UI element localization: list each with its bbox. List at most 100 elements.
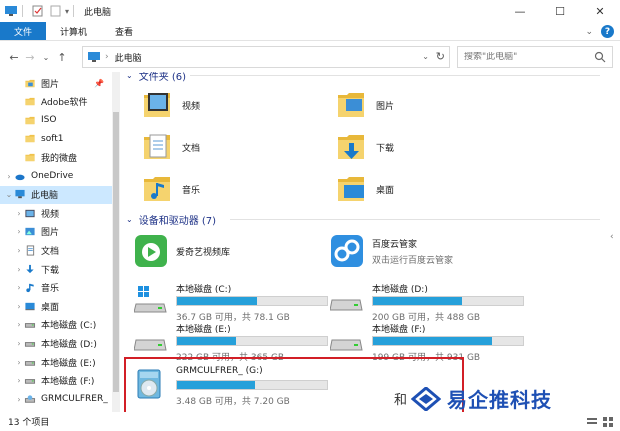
drive-name: 本地磁盘 (C:) — [176, 285, 232, 295]
expand-chevron-icon[interactable]: › — [14, 395, 24, 404]
sidebar-item[interactable]: › 文档 — [0, 241, 112, 259]
sidebar-item[interactable]: › 音乐 — [0, 279, 112, 297]
address-bar[interactable]: › 此电脑 ⌄ ↻ — [82, 46, 450, 68]
forward-arrow-icon[interactable]: → — [22, 51, 38, 64]
drive-usage-bar — [372, 336, 524, 346]
watermark-logo-icon — [411, 386, 442, 411]
sidebar-item-label: 本地磁盘 (E:) — [41, 358, 96, 369]
devices-group-header[interactable]: ⌄ 设备和驱动器 (7) — [126, 212, 216, 227]
drive-item[interactable]: 本地磁盘 (F:) 199 GB 可用，共 931 GB — [330, 320, 526, 363]
scroll-arrow-icon[interactable]: ‹ — [610, 232, 614, 242]
app-iqiyi[interactable]: 爱奇艺视频库 — [134, 232, 230, 270]
sidebar-scrollbar-thumb[interactable] — [113, 112, 119, 392]
address-dropdown-icon[interactable]: ⌄ — [422, 52, 429, 61]
sidebar-item[interactable]: › GRMCULFRER_ — [0, 390, 112, 408]
folder-item[interactable]: 下载 — [336, 128, 516, 166]
tab-computer[interactable]: 计算机 — [46, 22, 101, 40]
expand-chevron-icon[interactable]: › — [14, 227, 24, 236]
drive-icon — [330, 339, 363, 351]
sidebar-item-label: 图片 — [41, 228, 60, 239]
app-baidu-cloud[interactable]: 百度云管家 双击运行百度云管家 — [330, 232, 453, 270]
drive-usage-fill — [373, 337, 492, 345]
drive-item[interactable]: 本地磁盘 (E:) 222 GB 可用，共 365 GB — [134, 320, 330, 363]
sidebar-item[interactable]: › 本地磁盘 (F:) — [0, 372, 112, 390]
large-icons-view-icon[interactable] — [602, 416, 614, 428]
drive-item[interactable]: 本地磁盘 (D:) 200 GB 可用，共 488 GB — [330, 280, 526, 323]
sidebar-item[interactable]: › 视频 — [0, 204, 112, 222]
pin-icon[interactable]: 📌 — [94, 79, 104, 88]
tab-view[interactable]: 查看 — [101, 22, 147, 40]
drive-icon — [24, 342, 36, 347]
windows-drive-icon — [134, 286, 167, 313]
breadcrumb-chevron-icon[interactable]: › — [105, 52, 109, 62]
expand-chevron-icon[interactable]: › — [14, 209, 24, 218]
recent-locations-icon[interactable]: ⌄ — [38, 53, 54, 62]
sidebar-item[interactable]: ISO — [0, 111, 112, 129]
sidebar-item[interactable]: › 图片 — [0, 223, 112, 241]
minimize-button[interactable]: — — [500, 0, 540, 22]
sidebar-item[interactable]: › 本地磁盘 (E:) — [0, 353, 112, 371]
sidebar-item[interactable]: 图片 📌 — [0, 74, 112, 92]
watermark: 和 易企推科技 — [394, 384, 552, 413]
expand-chevron-icon[interactable]: › — [14, 302, 24, 311]
sidebar-item[interactable]: soft1 — [0, 130, 112, 148]
window-title: 此电脑 — [84, 7, 112, 18]
details-view-icon[interactable] — [586, 416, 598, 428]
folders-group-header[interactable]: ⌄ 文件夹 (6) — [126, 72, 186, 83]
content-scrollbar[interactable]: ‹ — [608, 72, 620, 412]
drive-name: 本地磁盘 (D:) — [372, 285, 428, 295]
expand-chevron-icon[interactable]: › — [14, 339, 24, 348]
expand-chevron-icon[interactable]: › — [14, 320, 24, 329]
address-text[interactable]: 此电脑 — [115, 51, 142, 64]
search-icon[interactable] — [594, 51, 606, 63]
folder-item[interactable]: 文档 — [142, 128, 322, 166]
folder-item[interactable]: 桌面 — [336, 170, 516, 208]
folder-item[interactable]: 音乐 — [142, 170, 322, 208]
expand-chevron-icon[interactable]: › — [14, 283, 24, 292]
expand-chevron-icon[interactable]: › — [4, 172, 14, 181]
tab-file[interactable]: 文件 — [0, 22, 47, 40]
expand-chevron-icon[interactable]: › — [14, 265, 24, 274]
drive-item[interactable]: 本地磁盘 (C:) 36.7 GB 可用，共 78.1 GB — [134, 280, 330, 323]
expand-ribbon-icon[interactable]: ⌄ — [585, 27, 593, 37]
app-name: 爱奇艺视频库 — [176, 247, 231, 258]
sidebar-item[interactable]: › 下载 — [0, 260, 112, 278]
sidebar-item-label: 本地磁盘 (C:) — [41, 321, 97, 332]
folder-item[interactable]: 视频 — [142, 86, 322, 124]
sidebar-item[interactable]: Adobe软件 — [0, 93, 112, 111]
sidebar-item[interactable]: 我的微盘 — [0, 148, 112, 166]
new-folder-icon[interactable] — [49, 5, 63, 17]
videos-folder-icon — [144, 93, 170, 117]
back-arrow-icon[interactable]: ← — [6, 51, 22, 64]
sidebar-item[interactable]: ⌄ 此电脑 — [0, 185, 112, 204]
sidebar-scrollbar[interactable] — [112, 72, 120, 412]
up-arrow-icon[interactable]: ↑ — [54, 51, 70, 64]
sidebar-item[interactable]: › 桌面 — [0, 297, 112, 315]
music-icon — [26, 283, 34, 293]
search-box[interactable] — [457, 46, 613, 68]
collapse-chevron-icon[interactable]: ⌄ — [126, 72, 133, 80]
documents-folder-icon — [144, 134, 170, 159]
collapse-chevron-icon[interactable]: ⌄ — [126, 215, 133, 224]
maximize-button[interactable]: ☐ — [540, 0, 580, 22]
close-button[interactable]: ✕ — [580, 0, 620, 22]
drive-icon — [24, 360, 36, 366]
sidebar-item[interactable]: › OneDrive — [0, 167, 112, 185]
sidebar-item[interactable]: › 本地磁盘 (C:) — [0, 316, 112, 334]
quick-access-dropdown-icon[interactable]: ▾ — [65, 7, 69, 16]
expand-chevron-icon[interactable]: › — [14, 246, 24, 255]
videos-icon — [25, 209, 35, 217]
refresh-icon[interactable]: ↻ — [436, 50, 445, 63]
expand-chevron-icon[interactable]: › — [14, 376, 24, 385]
sidebar-item-label: ISO — [41, 115, 57, 126]
sidebar-item-label: 视频 — [41, 209, 60, 220]
properties-icon[interactable] — [31, 5, 45, 17]
documents-icon — [26, 245, 35, 256]
group-title: 设备和驱动器 (7) — [138, 216, 217, 227]
search-input[interactable] — [464, 52, 594, 62]
folder-item[interactable]: 图片 — [336, 86, 516, 124]
expand-chevron-icon[interactable]: › — [14, 358, 24, 367]
help-icon[interactable]: ? — [601, 25, 614, 38]
sidebar-item[interactable]: › 本地磁盘 (D:) — [0, 334, 112, 352]
expand-chevron-icon[interactable]: ⌄ — [4, 190, 14, 199]
